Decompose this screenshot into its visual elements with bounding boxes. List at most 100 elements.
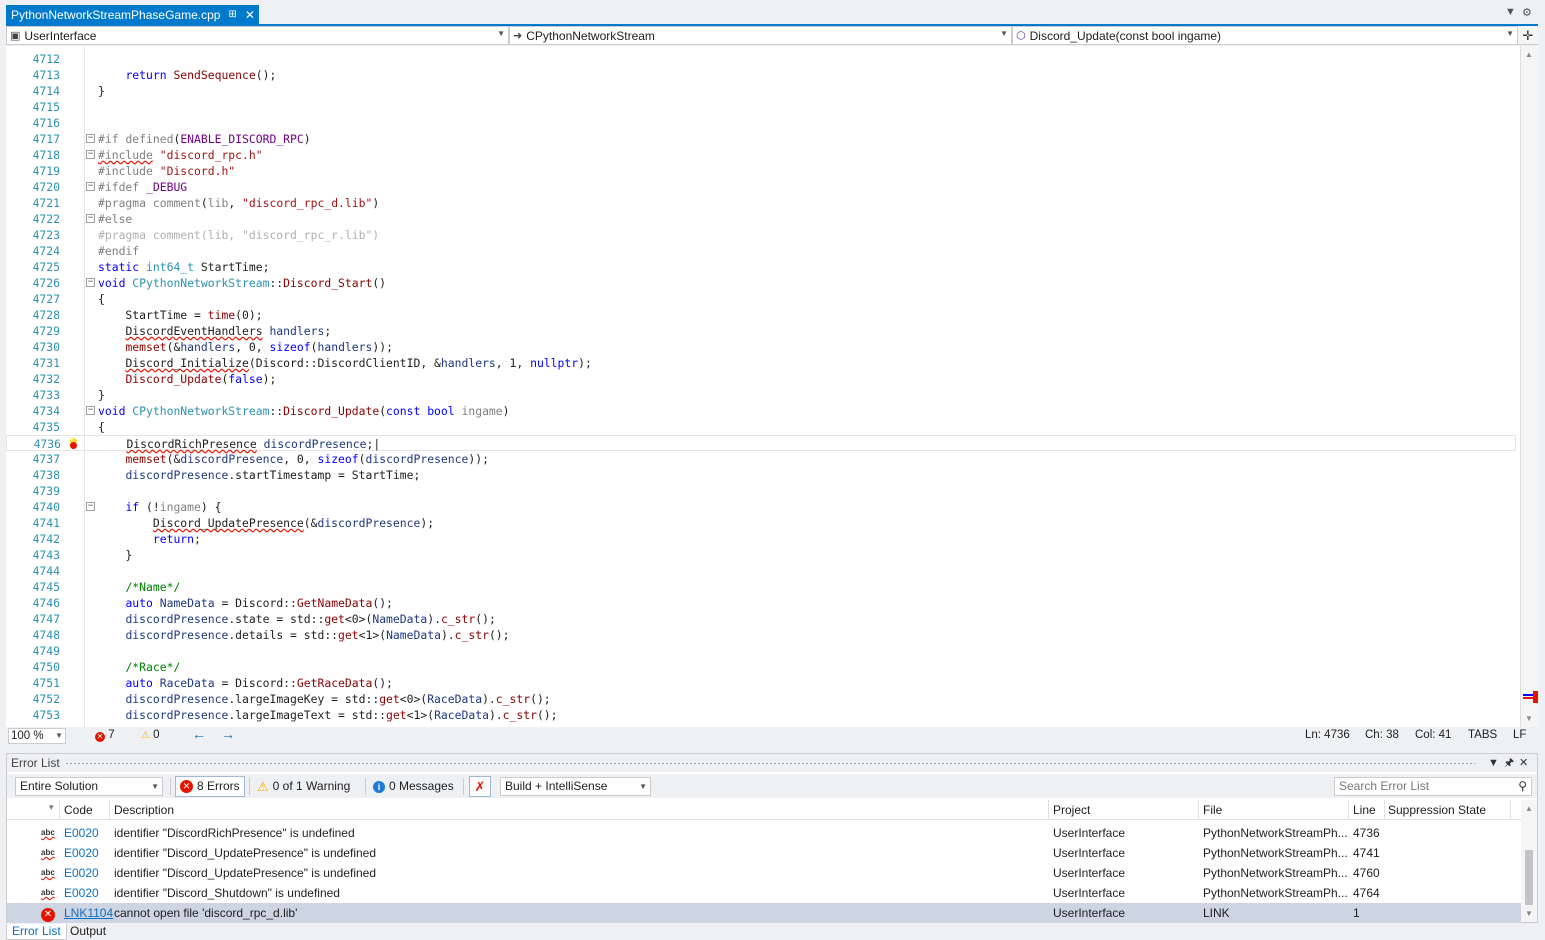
collapse-icon[interactable]: − (86, 134, 95, 143)
code-line[interactable]: 4737 memset(&discordPresence, 0, sizeof(… (6, 451, 1516, 467)
code-line[interactable]: 4747 discordPresence.state = std::get<0>… (6, 611, 1516, 627)
code-line[interactable]: 4729 DiscordEventHandlers handlers; (6, 323, 1516, 339)
search-error-list-input[interactable]: Search Error List ⚲ (1334, 777, 1532, 796)
scrollbar-thumb[interactable] (1525, 850, 1533, 905)
code-line[interactable]: 4734 − void CPythonNetworkStream::Discord_… (6, 403, 1516, 419)
code-line[interactable]: 4713 return SendSequence(); (6, 67, 1516, 83)
error-code[interactable]: E0020 (64, 886, 99, 900)
error-code[interactable]: E0020 (64, 826, 99, 840)
column-separator[interactable] (1348, 800, 1349, 820)
code-line[interactable]: 4726 − void CPythonNetworkStream::Discord_… (6, 275, 1516, 291)
code-line[interactable]: 4741 Discord_UpdatePresence(&discordPres… (6, 515, 1516, 531)
code-line[interactable]: 4724 #endif (6, 243, 1516, 259)
code-line[interactable]: 4712 (6, 51, 1516, 67)
scroll-up-icon[interactable]: ▲ (1525, 50, 1533, 59)
column-separator[interactable] (109, 800, 110, 820)
code-line[interactable]: 4736💡 DiscordRichPresence discordPresenc… (6, 435, 1516, 451)
code-line[interactable]: 4735 { (6, 419, 1516, 435)
panel-dropdown-icon[interactable]: ▼ (1488, 754, 1499, 772)
code-line[interactable]: 4732 Discord_Update(false); (6, 371, 1516, 387)
code-line[interactable]: 4715 (6, 99, 1516, 115)
scroll-down-icon[interactable]: ▼ (1525, 714, 1533, 723)
error-list-scrollbar[interactable]: ▲ ▼ (1521, 800, 1537, 922)
code-line[interactable]: 4751 auto RaceData = Discord::GetRaceDat… (6, 675, 1516, 691)
code-line[interactable]: 4748 discordPresence.details = std::get<… (6, 627, 1516, 643)
member-combo[interactable]: ⬡ Discord_Update(const bool ingame) ▼ (1012, 26, 1518, 45)
code-line[interactable]: 4725 static int64_t StartTime; (6, 259, 1516, 275)
column-header-suppression-state[interactable]: Suppression State (1388, 803, 1486, 817)
code-line[interactable]: 4753 discordPresence.largeImageText = st… (6, 707, 1516, 723)
column-header-project[interactable]: Project (1053, 803, 1090, 817)
tab-dropdown-icon[interactable]: ▼ (1505, 6, 1516, 18)
column-separator[interactable] (59, 800, 60, 820)
scroll-down-icon[interactable]: ▼ (1525, 909, 1533, 918)
errors-filter-button[interactable]: ✕ 8 Errors (175, 776, 245, 797)
filter-current-file-icon[interactable]: ✗ (469, 776, 491, 797)
warning-count-indicator[interactable]: ⚠ 0 (141, 729, 160, 741)
code-line[interactable]: 4714} (6, 83, 1516, 99)
column-separator[interactable] (1510, 800, 1511, 820)
code-line[interactable]: 4742 return; (6, 531, 1516, 547)
collapse-icon[interactable]: − (86, 278, 95, 287)
code-line[interactable]: 4720 − #ifdef _DEBUG (6, 179, 1516, 195)
code-line[interactable]: 4716 (6, 115, 1516, 131)
pin-icon[interactable]: 🖈 (1504, 754, 1514, 772)
column-header-file[interactable]: File (1203, 803, 1222, 817)
code-line[interactable]: 4744 (6, 563, 1516, 579)
build-filter-combo[interactable]: Build + IntelliSense ▼ (500, 777, 651, 796)
project-combo[interactable]: ▣ UserInterface ▼ (6, 26, 509, 45)
code-editor[interactable]: 4712 4713 return SendSequence(); 4714} 4715… (6, 46, 1538, 727)
code-line[interactable]: 4718 − #include "discord_rpc.h" (6, 147, 1516, 163)
collapse-icon[interactable]: − (86, 214, 95, 223)
code-line[interactable]: 4733} (6, 387, 1516, 403)
code-line[interactable]: 4749 (6, 643, 1516, 659)
code-line[interactable]: 4727 { (6, 291, 1516, 307)
code-line[interactable]: 4750 /*Race*/ (6, 659, 1516, 675)
column-separator[interactable] (1384, 800, 1385, 820)
code-line[interactable]: 4738 discordPresence.startTimestamp = St… (6, 467, 1516, 483)
column-separator[interactable] (1048, 800, 1049, 820)
column-separator[interactable] (1198, 800, 1199, 820)
document-tab[interactable]: PythonNetworkStreamPhaseGame.cpp ⊞ ✕ (6, 5, 259, 24)
code-line[interactable]: 4722 − #else (6, 211, 1516, 227)
error-list-row[interactable]: abc E0020 identifier "Discord_UpdatePresen… (7, 863, 1521, 883)
code-line[interactable]: 4723 #pragma comment(lib, "discord_rpc_r.… (6, 227, 1516, 243)
drag-grip[interactable] (65, 762, 1475, 765)
tab-output[interactable]: Output (65, 924, 111, 940)
error-list-row[interactable]: abc E0020 identifier "DiscordRichPresence"… (7, 823, 1521, 843)
column-header-description[interactable]: Description (114, 803, 174, 817)
search-icon[interactable]: ⚲ (1518, 778, 1527, 795)
messages-filter-button[interactable]: i 0 Messages (369, 776, 458, 797)
error-list-row[interactable]: abc E0020 identifier "Discord_Shutdown" is… (7, 883, 1521, 903)
column-header-line[interactable]: Line (1353, 803, 1376, 817)
code-line[interactable]: 4739 (6, 483, 1516, 499)
zoom-combo[interactable]: 100 % ▼ (8, 728, 66, 744)
scope-combo[interactable]: ➜ CPythonNetworkStream ▼ (509, 26, 1012, 45)
scope-filter-combo[interactable]: Entire Solution ▼ (15, 777, 163, 796)
split-window-icon[interactable]: ✛ (1518, 26, 1538, 45)
editor-vertical-scrollbar[interactable]: ▲ ▼ (1520, 46, 1538, 727)
code-line[interactable]: 4740 − if (!ingame) { (6, 499, 1516, 515)
code-line[interactable]: 4746 auto NameData = Discord::GetNameDat… (6, 595, 1516, 611)
sort-icon[interactable]: ▾ (49, 802, 54, 813)
code-line[interactable]: 4731 Discord_Initialize(Discord::Discord… (6, 355, 1516, 371)
error-code[interactable]: E0020 (64, 866, 99, 880)
error-count-indicator[interactable]: ✕ 7 (95, 729, 115, 742)
code-line[interactable]: 4721 #pragma comment(lib, "discord_rpc_d.… (6, 195, 1516, 211)
collapse-icon[interactable]: − (86, 150, 95, 159)
gear-icon[interactable]: ⚙ (1522, 6, 1532, 19)
close-icon[interactable]: ✕ (245, 8, 255, 22)
navigate-forward-icon[interactable]: → (221, 726, 235, 742)
code-line[interactable]: 4728 StartTime = time(0); (6, 307, 1516, 323)
close-icon[interactable]: ✕ (1519, 754, 1528, 772)
collapse-icon[interactable]: − (86, 182, 95, 191)
error-list-row[interactable]: ✕ LNK1104 cannot open file 'discord_rpc_d.… (7, 903, 1521, 923)
line-ending-indicator[interactable]: LF (1513, 729, 1526, 741)
error-code[interactable]: LNK1104 (64, 906, 113, 920)
code-line[interactable]: 4717 − #if defined(ENABLE_DISCORD_RPC) (6, 131, 1516, 147)
tab-error-list[interactable]: Error List (6, 924, 67, 940)
scroll-up-icon[interactable]: ▲ (1525, 804, 1533, 813)
collapse-icon[interactable]: − (86, 406, 95, 415)
tabs-indicator[interactable]: TABS (1468, 729, 1497, 741)
code-line[interactable]: 4743 } (6, 547, 1516, 563)
